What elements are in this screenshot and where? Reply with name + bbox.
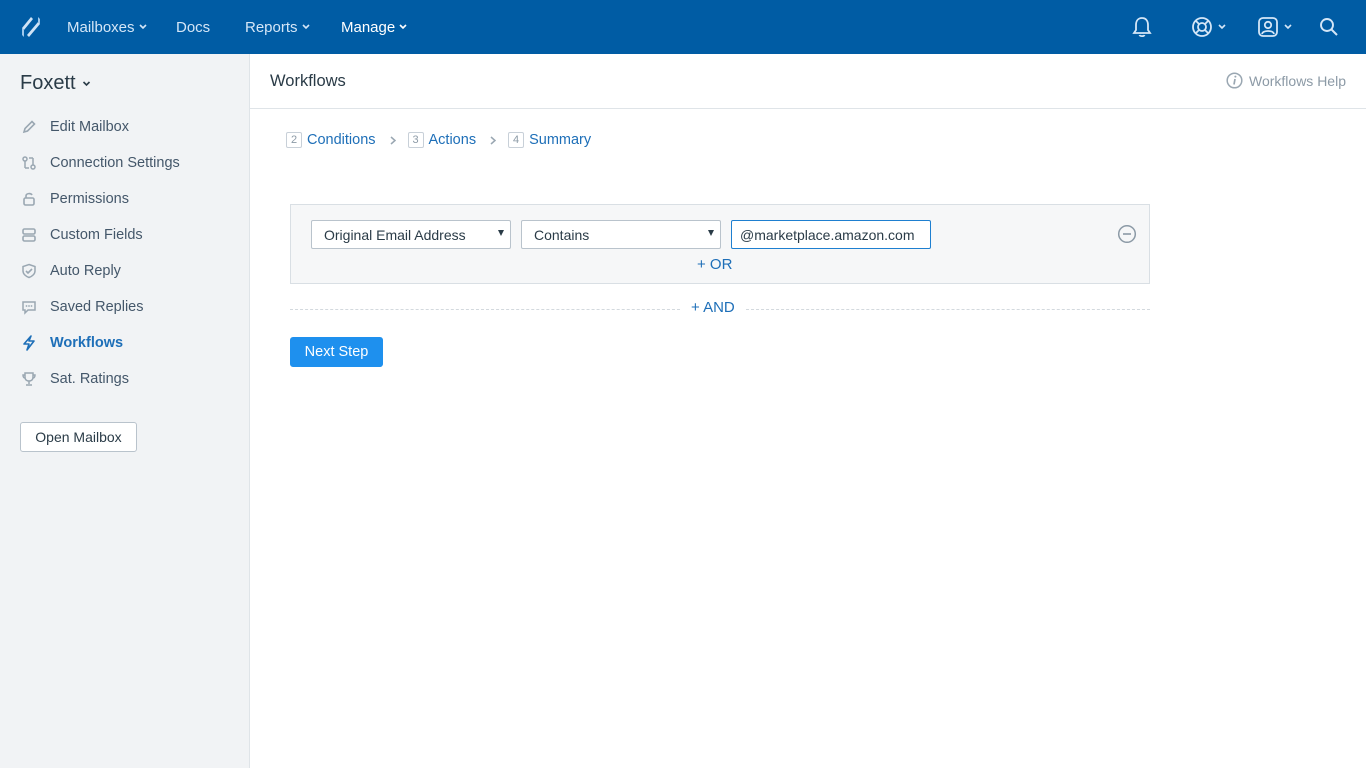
sidebar-item-connection-settings[interactable]: Connection Settings: [20, 151, 180, 175]
workflows-help-link[interactable]: Workflows Help: [1226, 72, 1346, 89]
step-summary[interactable]: 4 Summary: [508, 132, 591, 148]
chevron-down-icon: [399, 24, 407, 30]
nav-reports[interactable]: Reports: [245, 0, 310, 54]
chevron-down-icon: [1218, 24, 1226, 30]
chevron-right-icon: [490, 135, 497, 145]
dropdown-arrow-icon: [708, 230, 714, 236]
sidebar-item-label: Edit Mailbox: [50, 119, 129, 135]
sidebar-item-label: Custom Fields: [50, 227, 143, 243]
chevron-down-icon: [301, 24, 310, 30]
lightning-icon: [20, 334, 38, 352]
workflow-steps-breadcrumb: 2 Conditions 3 Actions 4 Summary: [286, 131, 591, 149]
nav-docs[interactable]: Docs: [176, 0, 210, 54]
sidebar-item-sat-ratings[interactable]: Sat. Ratings: [20, 367, 129, 391]
condition-field-select[interactable]: Original Email Address: [311, 220, 511, 249]
shield-check-icon: [20, 262, 38, 280]
step-label: Conditions: [307, 132, 376, 148]
sidebar-item-permissions[interactable]: Permissions: [20, 187, 129, 211]
step-label: Summary: [529, 132, 592, 148]
mailbox-switcher[interactable]: Foxett: [20, 72, 91, 95]
chevron-down-icon: [1284, 24, 1292, 30]
sidebar-item-workflows[interactable]: Workflows: [20, 331, 123, 355]
chevron-down-icon: [138, 24, 147, 30]
mailbox-name-label: Foxett: [20, 72, 76, 94]
info-icon: [1226, 72, 1243, 89]
lock-icon: [20, 190, 38, 208]
sidebar-item-custom-fields[interactable]: Custom Fields: [20, 223, 143, 247]
condition-operator-value: Contains: [534, 226, 590, 243]
step-number: 2: [286, 132, 302, 148]
search-icon: [1320, 18, 1338, 36]
chevron-right-icon: [390, 135, 396, 145]
step-number: 3: [407, 132, 424, 148]
help-lifebuoy-icon: [1192, 17, 1212, 37]
nav-manage-label: Manage: [341, 18, 396, 36]
fields-icon: [20, 226, 38, 244]
user-profile-icon: [1258, 17, 1278, 37]
add-and-condition-link[interactable]: + AND: [691, 299, 735, 316]
sidebar-item-label: Sat. Ratings: [50, 371, 129, 387]
user-menu-button[interactable]: [1257, 14, 1293, 40]
nav-reports-label: Reports: [245, 18, 298, 36]
sidebar-item-label: Permissions: [50, 191, 129, 207]
dropdown-arrow-icon: [498, 230, 504, 236]
nav-mailboxes-label: Mailboxes: [67, 18, 135, 36]
step-conditions[interactable]: 2 Conditions: [286, 132, 376, 148]
help-menu-button[interactable]: [1191, 14, 1227, 40]
page-header: Workflows Workflows Help: [250, 54, 1366, 109]
sidebar-item-saved-replies[interactable]: Saved Replies: [20, 295, 144, 319]
next-step-button[interactable]: Next Step: [290, 337, 383, 367]
step-actions[interactable]: 3 Actions: [407, 132, 477, 148]
open-mailbox-button[interactable]: Open Mailbox: [20, 422, 137, 452]
search-button[interactable]: [1319, 14, 1339, 40]
sidebar-item-label: Saved Replies: [50, 299, 144, 315]
chat-bubble-icon: [20, 298, 38, 316]
add-or-condition-link[interactable]: + OR: [697, 256, 732, 273]
condition-operator-select[interactable]: Contains: [521, 220, 721, 249]
sidebar-item-auto-reply[interactable]: Auto Reply: [20, 259, 121, 283]
connection-icon: [20, 154, 38, 172]
divider-line: [290, 309, 680, 310]
step-label: Actions: [428, 132, 477, 148]
workflows-help-label: Workflows Help: [1249, 72, 1346, 89]
divider-line: [746, 309, 1150, 310]
trophy-icon: [20, 370, 38, 388]
pencil-icon: [20, 118, 38, 136]
bell-icon: [1132, 17, 1152, 38]
helpscout-logo-icon[interactable]: [20, 15, 42, 39]
step-number: 4: [508, 132, 525, 148]
page-title: Workflows: [270, 72, 346, 90]
remove-condition-icon[interactable]: [1117, 224, 1137, 244]
sidebar-item-edit-mailbox[interactable]: Edit Mailbox: [20, 115, 129, 139]
chevron-down-icon: [82, 80, 90, 86]
condition-value-input[interactable]: [731, 220, 931, 249]
and-divider: + AND: [290, 299, 1150, 319]
condition-field-value: Original Email Address: [324, 226, 466, 243]
notifications-button[interactable]: [1131, 14, 1153, 40]
settings-sidebar: Foxett Edit Mailbox Connection Settings …: [0, 54, 250, 768]
sidebar-item-label: Workflows: [50, 335, 124, 351]
nav-mailboxes[interactable]: Mailboxes: [67, 0, 147, 54]
sidebar-item-label: Connection Settings: [50, 155, 180, 171]
nav-docs-label: Docs: [176, 18, 211, 36]
top-navigation-bar: Mailboxes Docs Reports Manage: [0, 0, 1366, 54]
sidebar-item-label: Auto Reply: [50, 263, 121, 279]
condition-group: Original Email Address Contains + OR: [290, 204, 1150, 284]
nav-manage[interactable]: Manage: [341, 0, 407, 54]
